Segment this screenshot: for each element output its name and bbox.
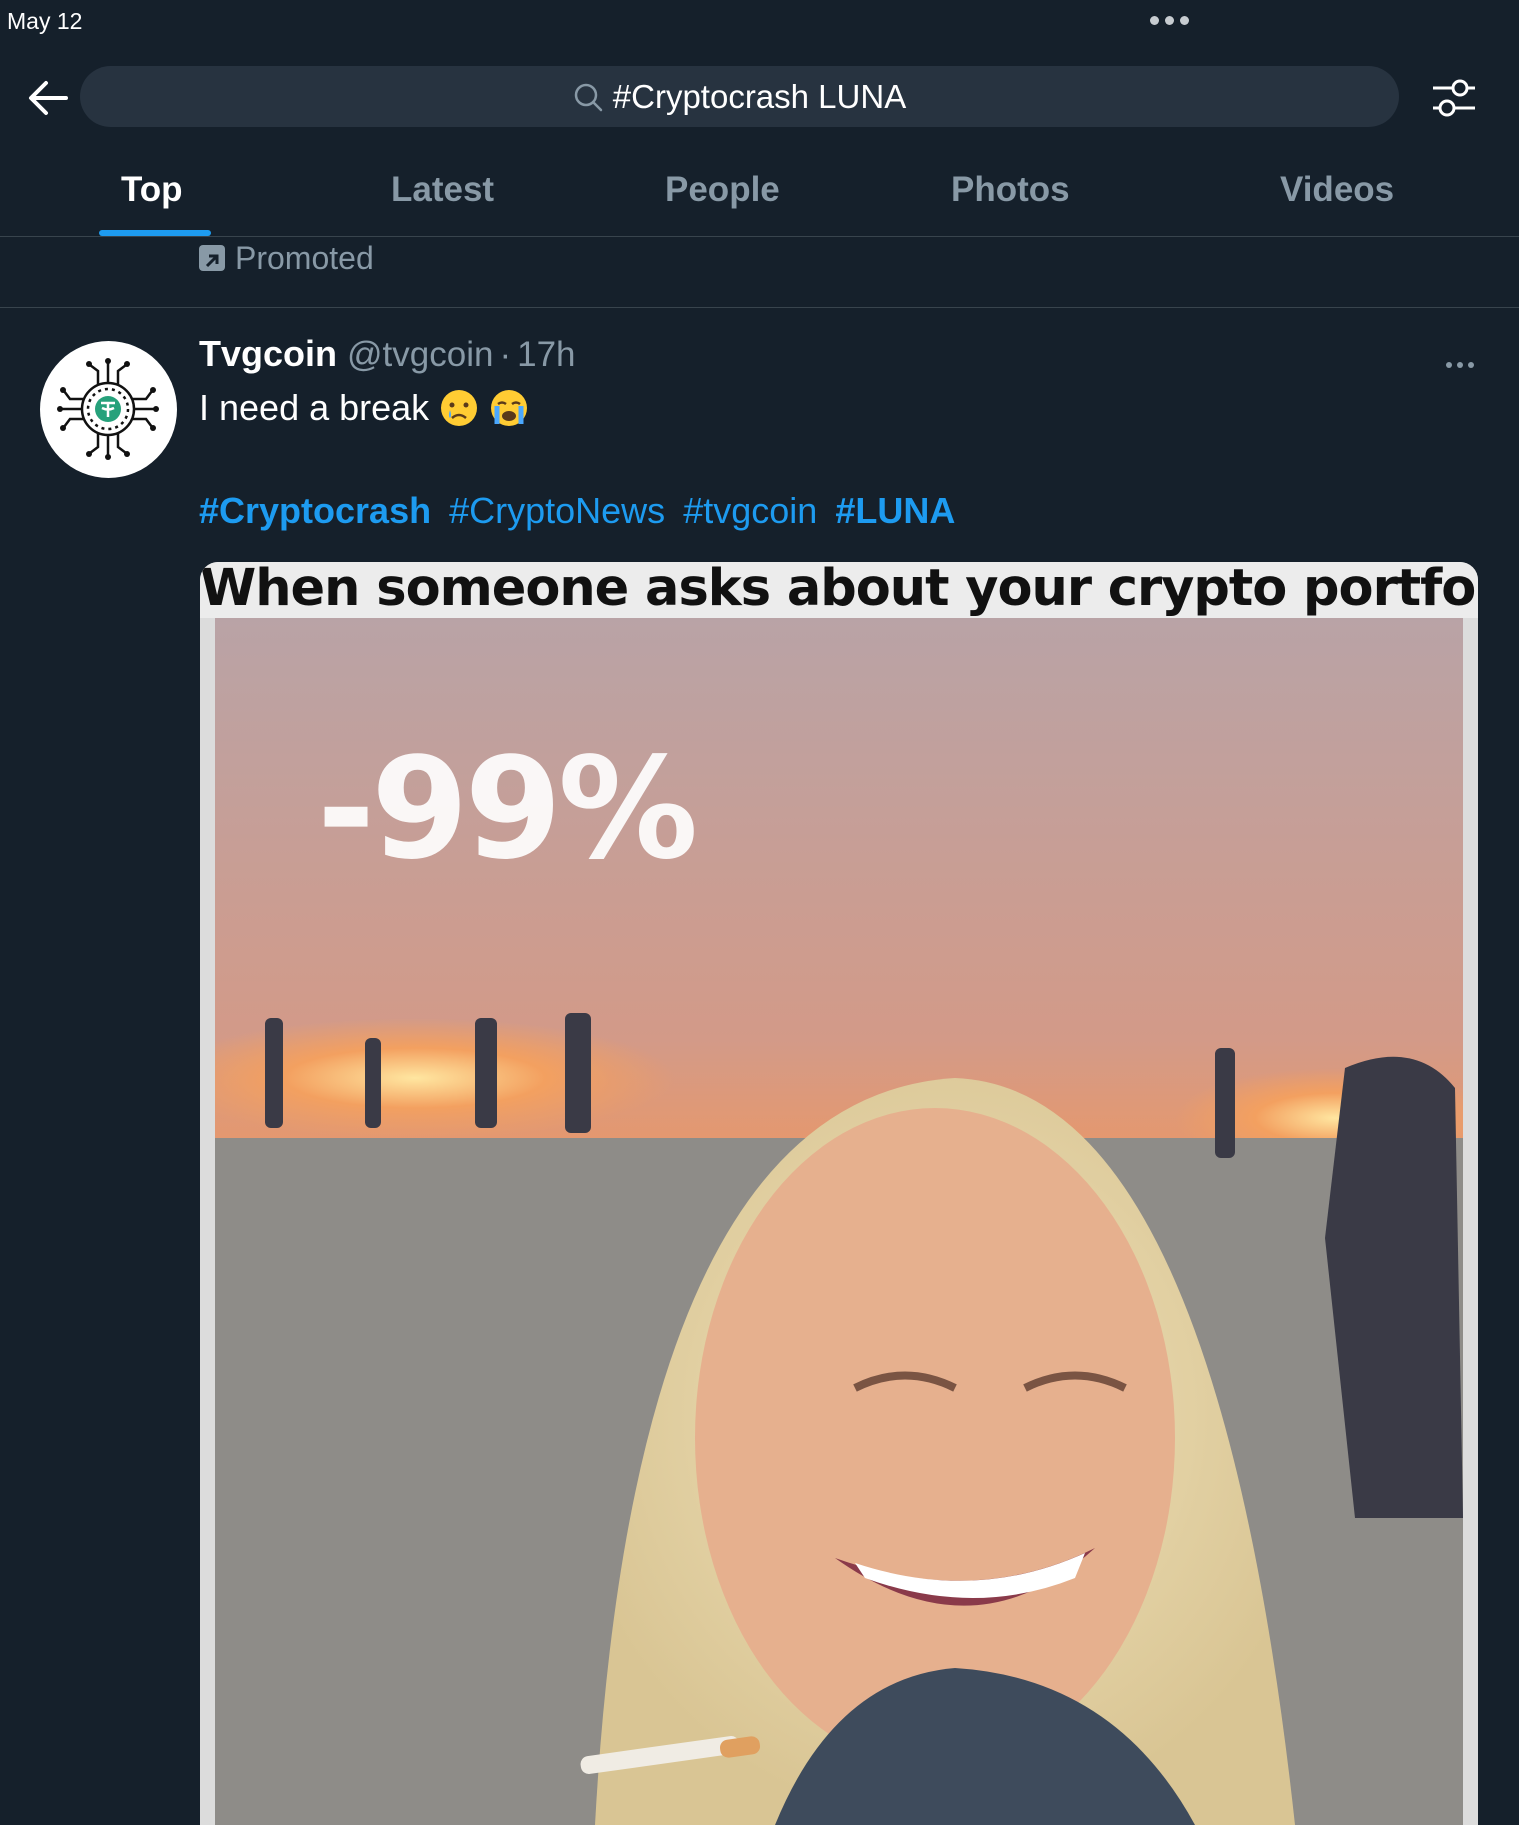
back-arrow-icon[interactable]: [26, 78, 70, 118]
search-settings-icon[interactable]: [1430, 76, 1478, 120]
tab-latest[interactable]: Latest: [391, 170, 494, 210]
separator: ·: [499, 335, 512, 374]
hashtag-link[interactable]: #Cryptocrash: [199, 490, 431, 531]
loudly-crying-face-icon: [489, 388, 529, 428]
tweet-body: I need a break: [199, 387, 529, 429]
hashtag-link[interactable]: #CryptoNews: [449, 490, 665, 531]
crying-face-icon: [439, 388, 479, 428]
tweet-time[interactable]: 17h: [517, 335, 575, 375]
author-name[interactable]: Tvgcoin: [199, 333, 337, 375]
author-handle[interactable]: @tvgcoin: [347, 335, 493, 375]
hashtag-link[interactable]: #LUNA: [835, 490, 955, 531]
promoted-label: Promoted: [199, 238, 374, 278]
more-options-icon[interactable]: [1446, 355, 1479, 373]
status-bar: May 12: [0, 0, 1519, 50]
tab-photos[interactable]: Photos: [951, 170, 1070, 210]
search-icon: [573, 82, 603, 112]
meme-caption: When someone asks about your crypto port…: [200, 562, 1478, 618]
meme-overlay-text: -99%: [317, 728, 698, 891]
tweet-media-image[interactable]: When someone asks about your crypto port…: [200, 562, 1478, 1825]
search-input[interactable]: #Cryptocrash LUNA: [80, 66, 1399, 127]
status-date: May 12: [7, 8, 83, 34]
search-tabs: Top Latest People Photos Videos: [0, 150, 1519, 237]
active-tab-indicator: [99, 230, 211, 236]
promoted-icon: [199, 245, 225, 271]
hashtags: #Cryptocrash #CryptoNews #tvgcoin #LUNA: [199, 490, 963, 532]
tweet-header: Tvgcoin @tvgcoin · 17h: [199, 333, 576, 377]
meme-photo: -99%: [200, 618, 1478, 1825]
promoted-text: Promoted: [235, 239, 374, 276]
divider: [0, 307, 1519, 308]
tab-people[interactable]: People: [665, 170, 780, 210]
multitasking-dots-icon[interactable]: [1150, 12, 1195, 30]
avatar[interactable]: [40, 341, 177, 478]
hashtag-link[interactable]: #tvgcoin: [683, 490, 817, 531]
search-query: #Cryptocrash LUNA: [612, 77, 907, 115]
tweet-text: I need a break: [199, 387, 430, 428]
tab-videos[interactable]: Videos: [1280, 170, 1394, 210]
tab-top[interactable]: Top: [121, 170, 183, 210]
